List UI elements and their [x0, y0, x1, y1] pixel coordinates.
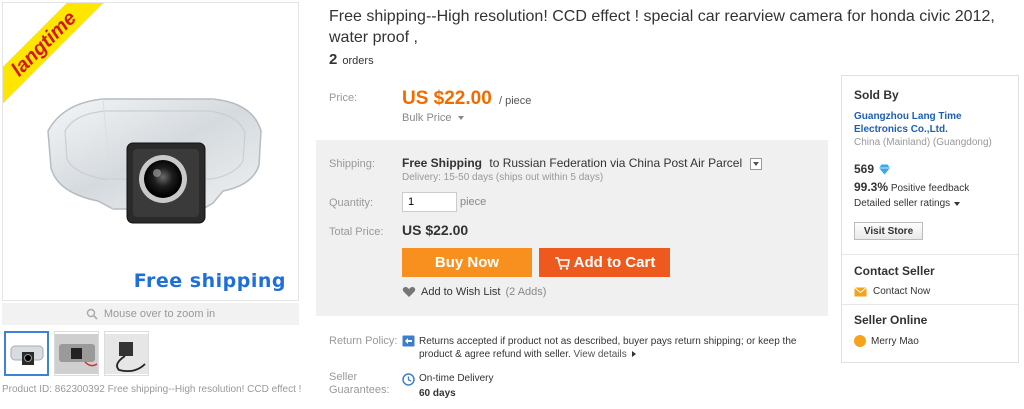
online-status-icon	[854, 335, 866, 347]
seller-score-value: 569	[854, 162, 875, 176]
cart-icon	[554, 256, 570, 270]
add-to-cart-button[interactable]: Add to Cart	[539, 248, 670, 277]
sold-by-heading: Sold By	[854, 88, 899, 102]
price-unit: / piece	[499, 95, 532, 107]
guarantee-label-line2: Guarantees:	[329, 384, 390, 396]
orders-number: 2	[329, 51, 338, 68]
clock-icon	[402, 373, 415, 386]
price-value: US $22.00	[402, 88, 492, 109]
online-seller-name: Merry Mao	[871, 335, 919, 347]
total-price-label: Total Price:	[329, 226, 384, 238]
product-title: Free shipping--High resolution! CCD effe…	[329, 8, 995, 46]
orders-count: 2 orders	[329, 51, 374, 68]
shipping-label: Shipping:	[329, 158, 375, 170]
guarantee-label-line1: Seller	[329, 371, 358, 383]
add-to-wishlist-link[interactable]: Add to Wish List (2 Adds)	[402, 286, 546, 298]
seller-online-heading: Seller Online	[854, 313, 928, 327]
total-price-value: US $22.00	[402, 222, 469, 238]
positive-feedback-percent: 99.3%	[854, 180, 889, 194]
seller-guarantees-label: Seller Guarantees:	[329, 371, 390, 397]
thumbnail-2-image	[55, 333, 98, 374]
orders-label: orders	[342, 55, 374, 67]
online-seller-link[interactable]: Merry Mao	[854, 335, 919, 347]
diamond-icon	[879, 164, 891, 174]
shipping-method: Free Shipping to Russian Federation via …	[402, 156, 762, 170]
product-id-line: Product ID: 862300392 Free shipping--Hig…	[2, 384, 302, 395]
shipping-method-bold: Free Shipping	[402, 156, 483, 170]
detailed-ratings-label: Detailed seller ratings	[854, 198, 951, 209]
return-policy-label: Return Policy:	[329, 335, 398, 347]
thumbnail-1-image	[10, 345, 43, 365]
main-product-image[interactable]: langtime Free shipping	[2, 2, 299, 301]
on-time-days: 60 days	[419, 388, 456, 399]
wishlist-count: (2 Adds)	[505, 286, 547, 298]
shipping-dropdown-icon[interactable]	[749, 157, 762, 170]
seller-company-link[interactable]: Guangzhou Lang Time Electronics Co.,Ltd.	[854, 110, 1004, 136]
contact-now-label: Contact Now	[873, 286, 931, 297]
delivery-estimate: Delivery: 15-50 days (ships out within 5…	[402, 172, 604, 183]
thumbnail-2[interactable]	[54, 331, 99, 376]
quantity-input[interactable]	[402, 192, 457, 212]
wishlist-label: Add to Wish List	[421, 286, 501, 298]
magnifier-icon	[86, 308, 98, 320]
thumbnail-1[interactable]	[4, 331, 49, 376]
return-policy-icon	[402, 335, 415, 347]
thumbnail-3-image	[105, 333, 148, 374]
view-details-link[interactable]: View details	[574, 349, 636, 360]
shipping-destination: to Russian Federation via China Post Air…	[489, 156, 743, 170]
seller-location: China (Mainland) (Guangdong)	[854, 137, 992, 148]
mail-icon	[854, 286, 867, 296]
on-time-label: On-time Delivery	[419, 373, 494, 384]
positive-feedback: 99.3% Positive feedback	[854, 180, 969, 194]
purchase-options-box: Shipping: Free Shipping to Russian Feder…	[316, 140, 828, 316]
thumbnail-3[interactable]	[104, 331, 149, 376]
seller-divider-2	[842, 304, 1018, 305]
contact-now-link[interactable]: Contact Now	[854, 286, 930, 297]
thumbnail-strip	[4, 331, 149, 376]
add-to-cart-label: Add to Cart	[573, 254, 656, 271]
visit-store-button[interactable]: Visit Store	[854, 222, 923, 240]
buy-now-button[interactable]: Buy Now	[402, 248, 532, 277]
quantity-label: Quantity:	[329, 197, 374, 209]
zoom-hint-text: Mouse over to zoom in	[103, 308, 216, 320]
return-policy-text: Returns accepted if product not as descr…	[419, 335, 814, 361]
seller-info-panel: Sold By Guangzhou Lang Time Electronics …	[841, 75, 1019, 363]
buy-now-label: Buy Now	[434, 254, 500, 271]
chevron-down-icon	[457, 116, 464, 121]
chevron-right-icon	[631, 351, 636, 357]
positive-feedback-label: Positive feedback	[890, 183, 970, 194]
view-details-label: View details	[573, 349, 627, 360]
seller-divider-1	[842, 254, 1018, 255]
return-policy-row: Return Policy: Returns accepted if produ…	[316, 328, 828, 368]
bulk-price-label: Bulk Price	[402, 112, 452, 124]
heart-icon	[402, 286, 416, 297]
price-label: Price:	[329, 92, 358, 104]
contact-seller-heading: Contact Seller	[854, 264, 935, 278]
visit-store-label: Visit Store	[863, 225, 914, 237]
detailed-ratings-dropdown[interactable]: Detailed seller ratings	[854, 198, 961, 209]
zoom-hint: Mouse over to zoom in	[2, 303, 299, 325]
price-section: Price: US $22.00 / piece Bulk Price	[316, 78, 828, 138]
chevron-down-icon	[954, 201, 961, 206]
on-time-delivery: On-time Delivery 60 days	[419, 373, 493, 399]
seller-score: 569	[854, 162, 891, 176]
seller-guarantees-row: Seller Guarantees: On-time Delivery 60 d…	[316, 368, 828, 408]
free-shipping-overlay: Free shipping	[133, 270, 286, 292]
bulk-price-dropdown[interactable]: Bulk Price	[402, 112, 464, 124]
quantity-unit: piece	[460, 196, 487, 208]
